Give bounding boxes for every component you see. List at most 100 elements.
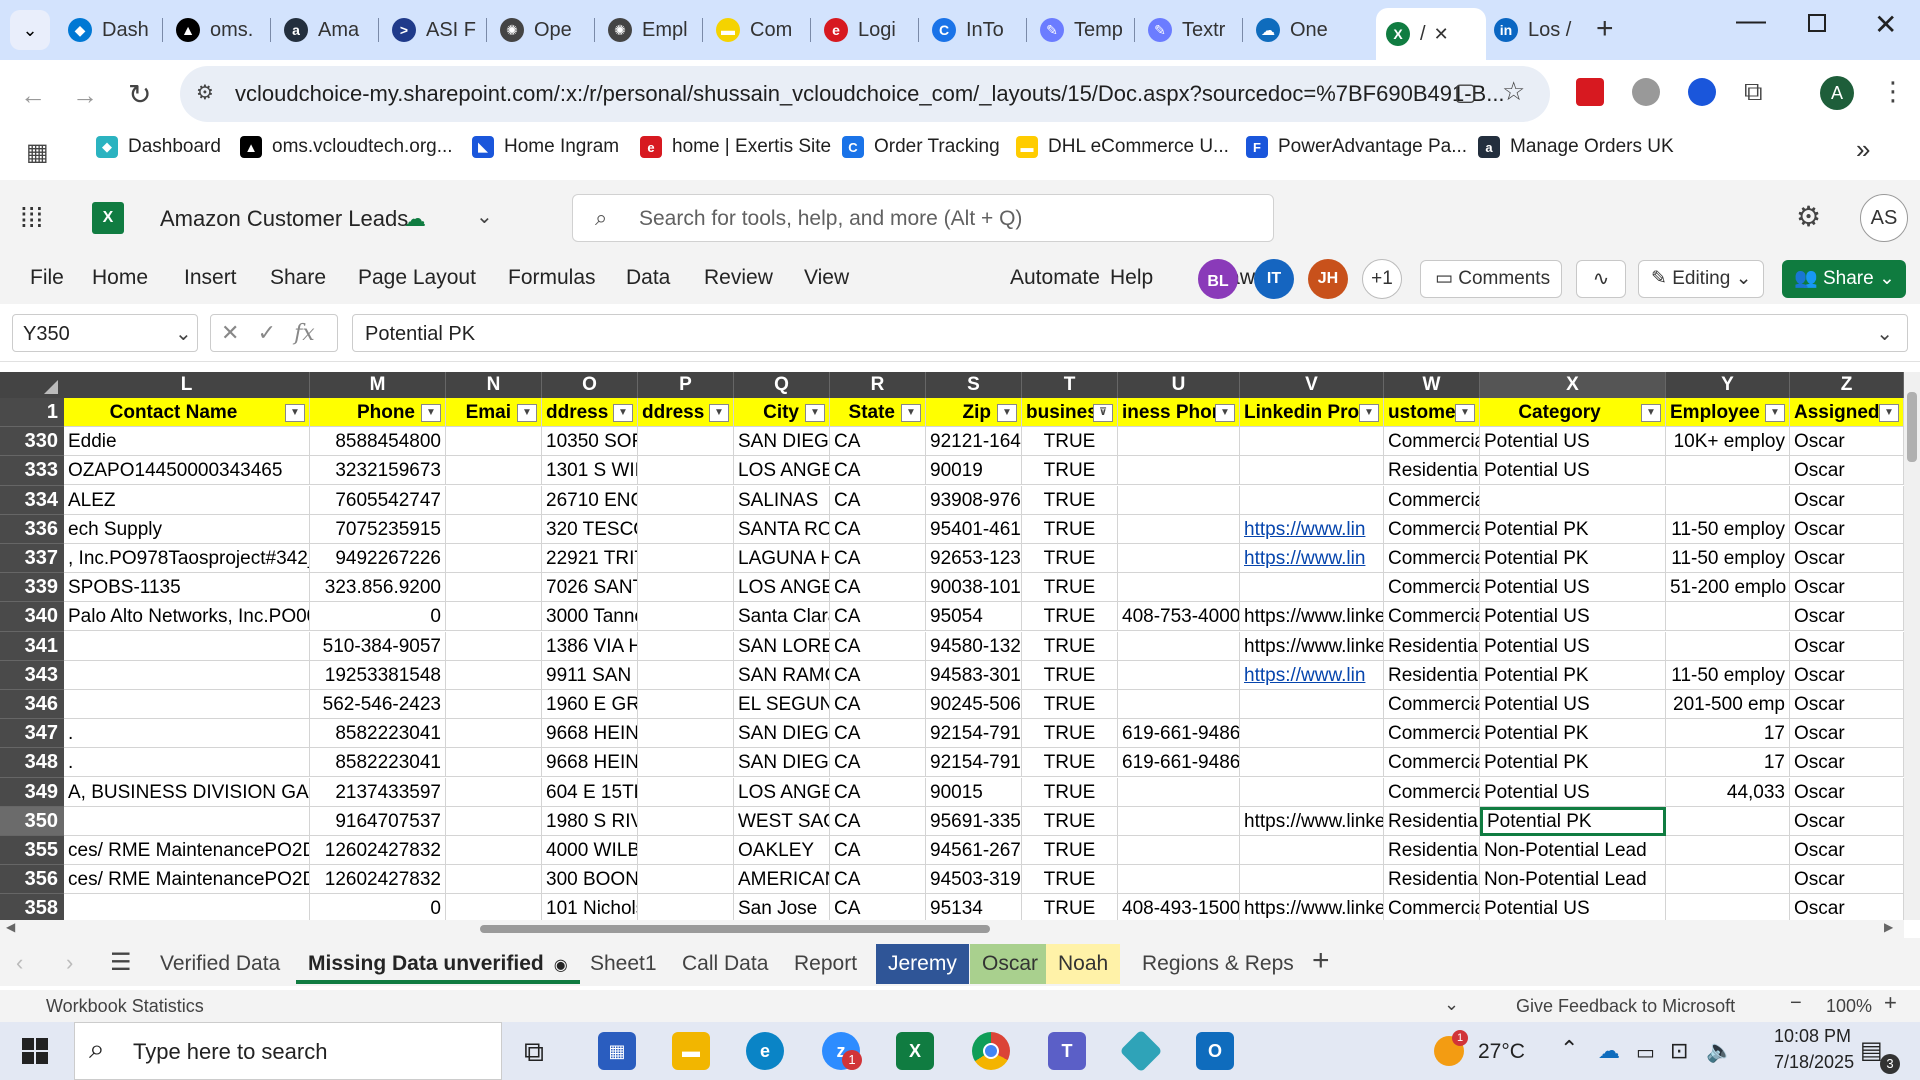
support-extension-icon[interactable] xyxy=(1688,78,1716,106)
table-cell[interactable]: 2137433597 xyxy=(310,777,446,807)
table-cell[interactable] xyxy=(446,660,542,690)
table-cell[interactable]: 8588454800 xyxy=(310,427,446,457)
table-cell[interactable]: Eddie xyxy=(64,427,310,457)
filter-dropdown-icon[interactable]: ▼ xyxy=(1879,404,1899,422)
table-cell[interactable]: TRUE xyxy=(1022,427,1118,457)
table-cell[interactable]: CA xyxy=(830,690,926,719)
settings-gear-icon[interactable]: ⚙ xyxy=(1796,200,1821,233)
table-cell[interactable] xyxy=(446,748,542,778)
table-cell[interactable]: 90038-1012 xyxy=(926,573,1022,603)
search-box[interactable]: ⌕ Search for tools, help, and more (Alt … xyxy=(572,194,1274,242)
table-cell[interactable] xyxy=(446,544,542,573)
collaborator-avatar[interactable]: JH xyxy=(1308,259,1348,299)
table-cell[interactable] xyxy=(446,690,542,719)
filter-dropdown-icon[interactable]: ▼ xyxy=(1641,404,1661,422)
table-cell[interactable]: TRUE xyxy=(1022,514,1118,544)
address-bar[interactable]: ⚙ vcloudchoice-my.sharepoint.com/:x:/r/p… xyxy=(180,66,1550,122)
header-cell[interactable]: ddress L ▼ xyxy=(542,398,638,427)
table-cell[interactable]: 3232159673 xyxy=(310,456,446,486)
table-cell[interactable]: 1386 VIA HERMANA xyxy=(542,631,638,661)
h-scroll-thumb[interactable] xyxy=(480,925,990,933)
table-cell[interactable] xyxy=(1240,748,1384,778)
table-cell[interactable] xyxy=(638,865,734,895)
network-icon[interactable]: ⊡ xyxy=(1670,1038,1688,1064)
header-cell[interactable]: ddress L ▼ xyxy=(638,398,734,427)
table-cell[interactable]: 93908-9763 xyxy=(926,485,1022,515)
table-cell[interactable] xyxy=(446,573,542,603)
scroll-left-icon[interactable]: ◀ xyxy=(6,920,15,934)
table-cell[interactable]: Potential US xyxy=(1480,602,1666,632)
table-cell[interactable]: 9164707537 xyxy=(310,806,446,836)
table-cell[interactable] xyxy=(1118,456,1240,486)
filter-dropdown-icon[interactable]: ▼ xyxy=(1455,404,1475,422)
table-cell[interactable]: https://www.lin xyxy=(1240,660,1384,690)
table-cell[interactable] xyxy=(1240,485,1384,515)
table-cell[interactable] xyxy=(638,719,734,749)
workbook-statistics[interactable]: Workbook Statistics xyxy=(46,996,204,1017)
ribbon-tab-automate[interactable]: Automate xyxy=(1010,266,1100,290)
table-cell[interactable]: Palo Alto Networks, Inc.PO002C xyxy=(64,602,310,632)
insert-function-icon[interactable]: fx xyxy=(294,321,315,346)
table-cell[interactable] xyxy=(64,690,310,719)
bookmark-item[interactable]: F PowerAdvantage Pa... xyxy=(1246,136,1467,158)
header-cell[interactable]: Category ▼ xyxy=(1480,398,1666,427)
row-header[interactable]: 348 xyxy=(0,748,64,778)
editing-mode-button[interactable]: ✎ Editing ⌄ xyxy=(1638,260,1764,298)
row-header[interactable]: 333 xyxy=(0,456,64,486)
clock-date[interactable]: 7/18/2025 xyxy=(1774,1052,1854,1073)
table-cell[interactable]: 619-661-9486 xyxy=(1118,748,1240,778)
table-cell[interactable] xyxy=(1118,836,1240,865)
ribbon-tab-share[interactable]: Share xyxy=(270,266,326,290)
table-cell[interactable] xyxy=(638,836,734,865)
table-cell[interactable]: Non-Potential Lead xyxy=(1480,836,1666,865)
header-cell[interactable]: Assigned ▼ xyxy=(1790,398,1904,427)
add-sheet-icon[interactable]: + xyxy=(1312,944,1330,978)
table-cell[interactable]: . xyxy=(64,748,310,778)
table-cell[interactable] xyxy=(638,690,734,719)
browser-tab[interactable]: X / ✕ xyxy=(1376,8,1486,60)
column-header-y[interactable]: Y xyxy=(1666,372,1790,398)
table-cell[interactable]: CA xyxy=(830,806,926,836)
table-cell[interactable]: TRUE xyxy=(1022,748,1118,778)
table-cell[interactable]: 619-661-9486 xyxy=(1118,719,1240,749)
sheet-tab[interactable]: Missing Data unverified ◉ xyxy=(296,944,580,984)
bookmark-item[interactable]: ◆ Dashboard xyxy=(96,136,221,158)
table-cell[interactable]: LOS ANGE xyxy=(734,456,830,486)
browser-tab[interactable]: ▬ Com xyxy=(706,8,806,52)
table-cell[interactable]: 90245-5061 xyxy=(926,690,1022,719)
table-cell[interactable]: 44,033 xyxy=(1666,777,1790,807)
table-cell[interactable]: 7026 SANTA MONICA xyxy=(542,573,638,603)
table-cell[interactable]: , Inc.PO978Taosproject#342_c xyxy=(64,544,310,573)
comments-button[interactable]: ▭ Comments xyxy=(1420,260,1562,298)
table-cell[interactable] xyxy=(446,836,542,865)
column-header-l[interactable]: L xyxy=(64,372,310,398)
table-cell[interactable]: WEST SAC xyxy=(734,806,830,836)
table-cell[interactable]: 26710 ENCINAL RD xyxy=(542,485,638,515)
table-cell[interactable]: CA xyxy=(830,719,926,749)
table-cell[interactable]: 9668 HEINRICH HERT. xyxy=(542,719,638,749)
table-cell[interactable]: Commercia xyxy=(1384,514,1480,544)
table-cell[interactable] xyxy=(446,806,542,836)
table-cell[interactable]: 4000 WILBUR AVE xyxy=(542,836,638,865)
edge-icon[interactable]: e xyxy=(746,1032,784,1070)
browser-tab[interactable]: ☁ One xyxy=(1246,8,1356,52)
table-cell[interactable]: Oscar xyxy=(1790,748,1904,778)
next-sheet-icon[interactable]: › xyxy=(66,950,73,976)
table-cell[interactable]: 12602427832 xyxy=(310,836,446,865)
header-cell[interactable]: Zip ▼ xyxy=(926,398,1022,427)
calculator-icon[interactable]: ▦ xyxy=(598,1032,636,1070)
table-cell[interactable]: 201-500 emp xyxy=(1666,690,1790,719)
apps-grid-icon[interactable]: ▦ xyxy=(26,138,49,167)
header-cell[interactable]: Contact Name ▼ xyxy=(64,398,310,427)
teams-icon[interactable]: T xyxy=(1048,1032,1086,1070)
table-cell[interactable] xyxy=(64,660,310,690)
table-cell[interactable]: Commercia xyxy=(1384,748,1480,778)
table-cell[interactable] xyxy=(446,865,542,895)
table-cell[interactable]: https://www.lin xyxy=(1240,544,1384,573)
table-cell[interactable]: CA xyxy=(830,485,926,515)
table-cell[interactable]: Residential xyxy=(1384,456,1480,486)
header-cell[interactable]: Linkedin Prof ▼ xyxy=(1240,398,1384,427)
table-cell[interactable]: 323.856.9200 xyxy=(310,573,446,603)
table-cell[interactable]: Oscar xyxy=(1790,836,1904,865)
table-cell[interactable]: Commercia xyxy=(1384,573,1480,603)
